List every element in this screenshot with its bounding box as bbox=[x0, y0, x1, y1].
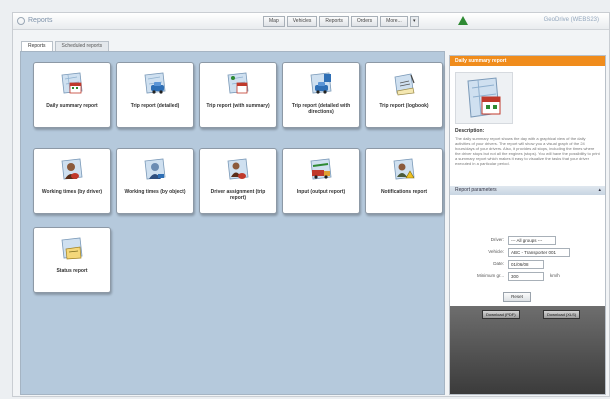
report-tile-driver-assignment[interactable]: Driver assignment (trip report) bbox=[199, 148, 277, 214]
tile-label: Notifications report bbox=[380, 189, 428, 195]
report-tile-working-times-object[interactable]: Working times (by object) bbox=[116, 148, 194, 214]
app-title: Reports bbox=[28, 17, 53, 24]
report-tile-daily-summary[interactable]: Daily summary report bbox=[33, 62, 111, 128]
tile-label: Working times (by object) bbox=[124, 189, 186, 195]
tile-label: Trip report (logbook) bbox=[379, 103, 429, 109]
logbook-icon bbox=[394, 73, 415, 96]
tile-label: Driver assignment (trip report) bbox=[210, 189, 266, 201]
map-truck-icon bbox=[310, 158, 332, 180]
report-tile-input-output[interactable]: Input (output report) bbox=[282, 148, 360, 214]
param-label: Vehicle: bbox=[488, 249, 504, 254]
tile-label: Trip report (with summary) bbox=[206, 103, 270, 109]
title-bar: Reports Map Vehicles Reports Orders More… bbox=[13, 13, 609, 30]
map-calendar-icon bbox=[61, 72, 83, 94]
map-driver-icon bbox=[227, 158, 249, 180]
driver-select[interactable]: --- All groups --- bbox=[508, 236, 556, 245]
param-vehicle-row: Vehicle: ABC - Transporter 001 bbox=[450, 248, 605, 257]
param-label: Date: bbox=[493, 261, 504, 266]
params-header-label: Report parameters bbox=[455, 187, 497, 193]
chevron-down-icon[interactable]: ▾ bbox=[409, 16, 419, 27]
main-nav: Map Vehicles Reports Orders More... ▾ bbox=[263, 16, 419, 27]
report-tile-status[interactable]: Status report bbox=[33, 227, 111, 293]
tile-label: Daily summary report bbox=[46, 103, 98, 109]
minimum-field[interactable]: 300 bbox=[508, 272, 544, 281]
vehicle-select[interactable]: ABC - Transporter 001 bbox=[508, 248, 570, 257]
description-title: Description: bbox=[455, 128, 485, 134]
report-tile-trip-directions[interactable]: Trip report (detailed with directions) bbox=[282, 62, 360, 128]
nav-orders-button[interactable]: Orders bbox=[350, 16, 379, 27]
tile-label: Trip report (detailed with directions) bbox=[291, 103, 351, 115]
panel-header: Daily summary report bbox=[450, 56, 605, 66]
app-logo-icon bbox=[17, 17, 25, 25]
param-unit: km/h bbox=[550, 273, 560, 278]
nav-vehicles-button[interactable]: Vehicles bbox=[286, 16, 318, 27]
tab-scheduled-reports[interactable]: Scheduled reports bbox=[54, 41, 110, 51]
param-date-row: Date: 01/06/08 bbox=[450, 260, 605, 269]
report-tile-trip-detailed[interactable]: Trip report (detailed) bbox=[116, 62, 194, 128]
map-driver-icon bbox=[61, 158, 83, 180]
tab-strip: Reports Scheduled reports bbox=[21, 41, 110, 51]
collapse-icon[interactable]: ▴ bbox=[598, 186, 601, 195]
map-driver-icon bbox=[144, 158, 166, 180]
param-label: Driver: bbox=[490, 237, 504, 242]
map-alert-icon bbox=[393, 158, 415, 180]
param-minimum-row: Minimum gr... 300 km/h bbox=[450, 272, 605, 281]
panel-footer: Download (PDF) Download (XLS) bbox=[450, 306, 605, 394]
reset-button[interactable]: Reset bbox=[503, 292, 531, 302]
user-info[interactable]: GeoDrive (WEBS23) bbox=[544, 17, 599, 23]
app-window: Reports Map Vehicles Reports Orders More… bbox=[12, 12, 610, 397]
param-label: Minimum gr... bbox=[476, 273, 504, 278]
tile-label: Trip report (detailed) bbox=[130, 103, 180, 109]
description-text: The daily summary report shows the day w… bbox=[455, 136, 600, 166]
nav-reports-button[interactable]: Reports bbox=[319, 16, 349, 27]
map-calendar-icon bbox=[467, 77, 501, 118]
report-details-panel: Daily summary report Description: The da… bbox=[449, 55, 606, 395]
nav-more-button[interactable]: More... bbox=[380, 16, 408, 27]
report-preview bbox=[455, 72, 513, 124]
triangle-alert-icon[interactable] bbox=[458, 16, 468, 25]
tile-label: Input (output report) bbox=[296, 189, 346, 195]
report-parameters-header[interactable]: Report parameters ▴ bbox=[450, 186, 605, 195]
tab-reports[interactable]: Reports bbox=[21, 41, 53, 51]
download-pdf-button[interactable]: Download (PDF) bbox=[482, 310, 520, 319]
map-car-icon bbox=[144, 72, 166, 94]
date-field[interactable]: 01/06/08 bbox=[508, 260, 544, 269]
tile-label: Working times (by driver) bbox=[41, 189, 103, 195]
param-driver-row: Driver: --- All groups --- bbox=[450, 236, 605, 245]
tile-label: Status report bbox=[56, 268, 88, 274]
download-xls-button[interactable]: Download (XLS) bbox=[543, 310, 581, 319]
map-folder-icon bbox=[61, 237, 83, 260]
nav-map-button[interactable]: Map bbox=[263, 16, 285, 27]
reports-grid: Daily summary report Trip report (detail… bbox=[20, 51, 445, 395]
report-tile-trip-logbook[interactable]: Trip report (logbook) bbox=[365, 62, 443, 128]
report-tile-trip-summary[interactable]: Trip report (with summary) bbox=[199, 62, 277, 128]
map-car-icon bbox=[310, 72, 332, 94]
map-calendar-icon bbox=[227, 72, 249, 94]
report-tile-working-times-driver[interactable]: Working times (by driver) bbox=[33, 148, 111, 214]
report-tile-notifications[interactable]: Notifications report bbox=[365, 148, 443, 214]
